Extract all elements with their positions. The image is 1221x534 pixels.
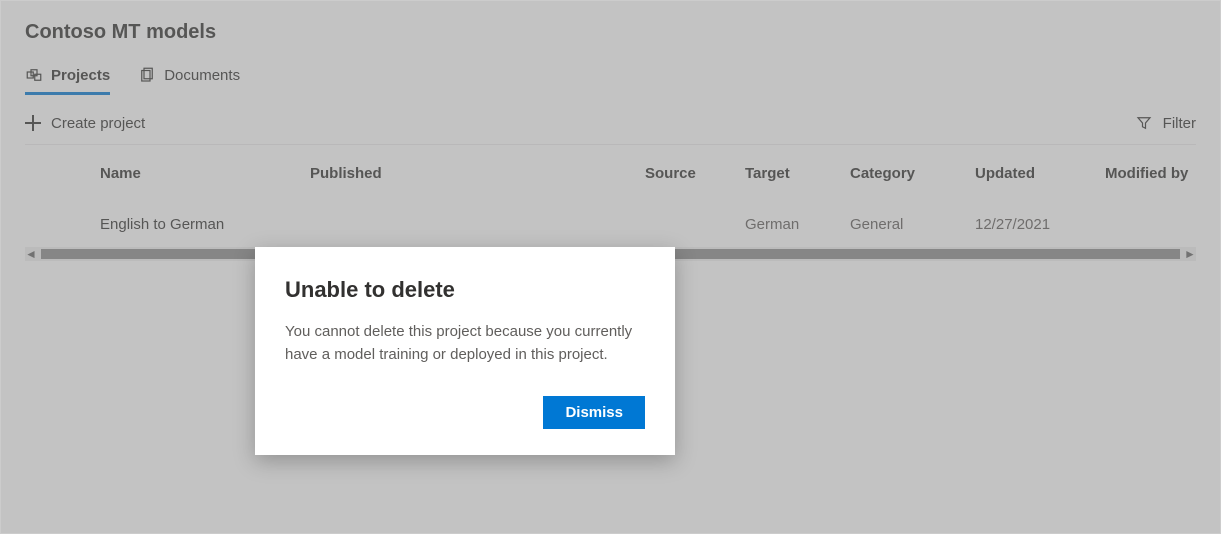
filter-icon [1135, 114, 1153, 132]
filter-label: Filter [1163, 115, 1196, 132]
dialog-title: Unable to delete [285, 277, 645, 303]
cell-name: English to German [100, 216, 310, 233]
delete-error-dialog: Unable to delete You cannot delete this … [255, 247, 675, 455]
create-project-label: Create project [51, 115, 145, 132]
page-title: Contoso MT models [25, 21, 1196, 44]
documents-icon [138, 66, 156, 84]
cell-updated: 12/27/2021 [975, 216, 1105, 233]
tab-projects[interactable]: Projects [25, 62, 110, 95]
dialog-body: You cannot delete this project because y… [285, 321, 645, 366]
col-source[interactable]: Source [645, 165, 745, 182]
filter-button[interactable]: Filter [1135, 114, 1196, 132]
toolbar: Create project Filter [25, 110, 1196, 144]
col-modified-by[interactable]: Modified by [1105, 165, 1221, 182]
tabs: Projects Documents [25, 62, 1196, 92]
cell-target: German [745, 216, 850, 233]
col-name[interactable]: Name [100, 165, 310, 182]
tab-documents-label: Documents [164, 67, 240, 84]
scroll-right-icon[interactable]: ► [1184, 248, 1196, 260]
col-category[interactable]: Category [850, 165, 975, 182]
projects-icon [25, 66, 43, 84]
tab-projects-label: Projects [51, 67, 110, 84]
col-published[interactable]: Published [310, 165, 645, 182]
tab-documents[interactable]: Documents [138, 62, 240, 92]
dismiss-button[interactable]: Dismiss [543, 396, 645, 429]
create-project-button[interactable]: Create project [25, 115, 145, 132]
cell-category: General [850, 216, 975, 233]
projects-table: Name Published Source Target Category Up… [25, 144, 1196, 261]
table-row[interactable]: English to German German General 12/27/2… [25, 201, 1196, 247]
table-header-row: Name Published Source Target Category Up… [25, 145, 1196, 201]
plus-icon [25, 115, 41, 131]
col-updated[interactable]: Updated [975, 165, 1105, 182]
col-target[interactable]: Target [745, 165, 850, 182]
scroll-left-icon[interactable]: ◄ [25, 248, 37, 260]
